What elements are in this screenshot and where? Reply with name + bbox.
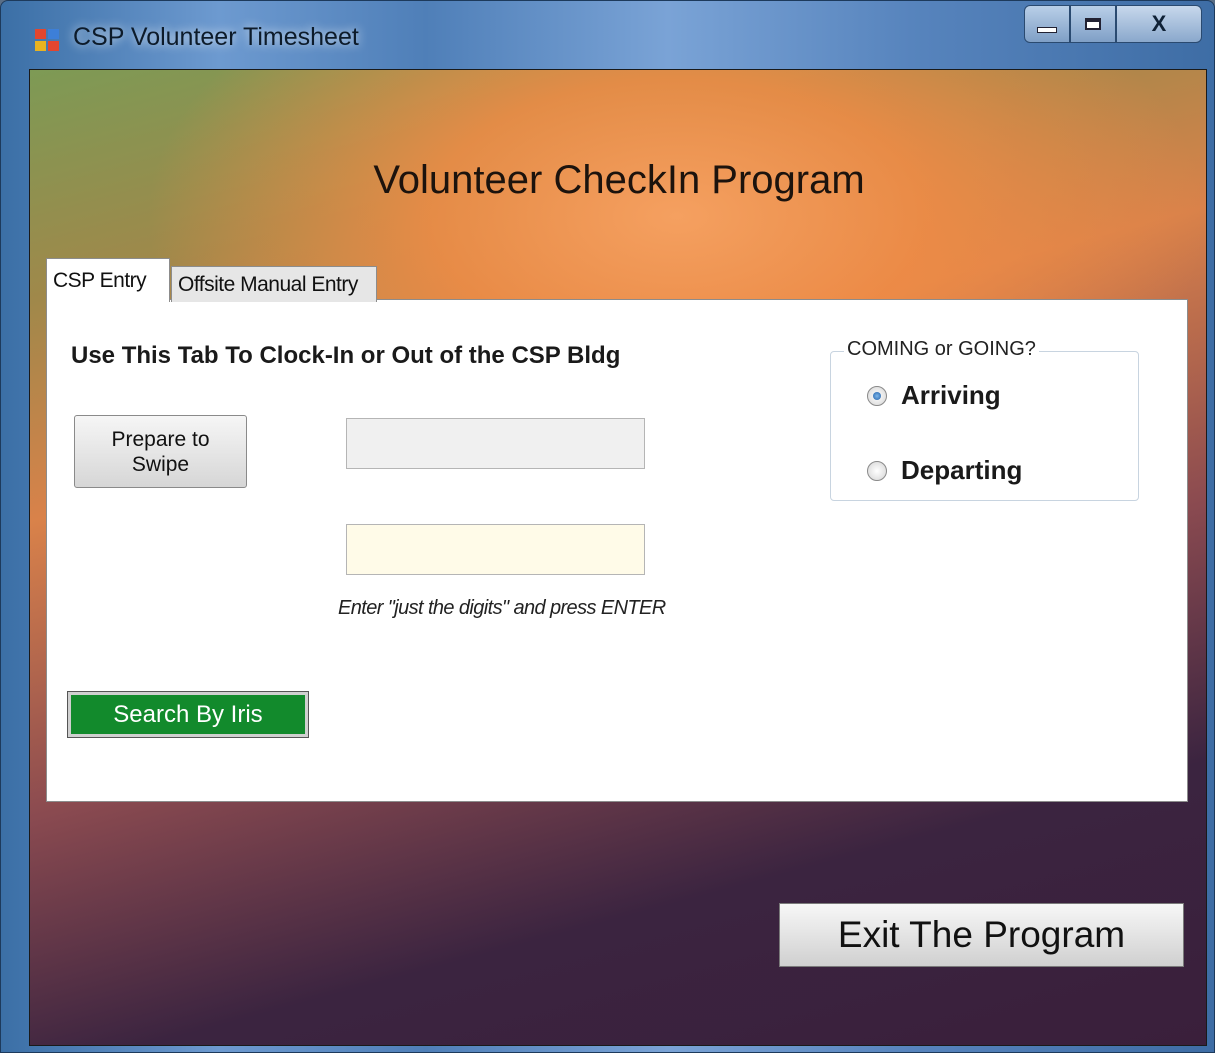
maximize-button[interactable]	[1070, 5, 1116, 43]
app-icon	[35, 29, 59, 51]
swipe-input[interactable]	[346, 418, 645, 469]
page-title: Volunteer CheckIn Program	[373, 158, 865, 202]
arriving-radio-option[interactable]: Arriving	[867, 380, 1001, 411]
tab-csp-entry[interactable]: CSP Entry	[46, 258, 170, 302]
arriving-radio[interactable]	[867, 385, 887, 406]
csp-entry-panel: Use This Tab To Clock-In or Out of the C…	[46, 299, 1188, 802]
arriving-label: Arriving	[901, 380, 1001, 410]
maximize-icon	[1085, 18, 1101, 30]
direction-group-legend: COMING or GOING?	[844, 338, 1039, 361]
instruction-text: Use This Tab To Clock-In or Out of the C…	[71, 342, 621, 369]
close-icon: X	[1151, 11, 1167, 36]
digits-hint: Enter "just the digits" and press ENTER	[338, 597, 666, 619]
departing-radio[interactable]	[867, 460, 887, 481]
minimize-icon	[1037, 27, 1057, 33]
departing-label: Departing	[901, 455, 1023, 485]
departing-radio-option[interactable]: Departing	[867, 455, 1022, 486]
window-controls: X	[1024, 5, 1202, 43]
minimize-button[interactable]	[1024, 5, 1070, 43]
prepare-to-swipe-button[interactable]: Prepare to Swipe	[74, 415, 247, 488]
app-window: CSP Volunteer Timesheet X Volunteer Chec…	[0, 0, 1215, 1053]
prepare-button-line1: Prepare to	[111, 427, 210, 451]
prepare-button-line2: Swipe	[131, 452, 190, 476]
search-by-iris-button[interactable]: Search By Iris	[67, 691, 309, 738]
digits-input[interactable]	[346, 524, 645, 575]
client-area: Volunteer CheckIn Program CSP Entry Offs…	[29, 69, 1207, 1046]
title-bar[interactable]: CSP Volunteer Timesheet X	[1, 1, 1214, 71]
close-button[interactable]: X	[1116, 5, 1202, 43]
window-title: CSP Volunteer Timesheet	[73, 23, 359, 51]
exit-program-button[interactable]: Exit The Program	[779, 903, 1184, 967]
tab-offsite-manual-entry[interactable]: Offsite Manual Entry	[171, 266, 377, 302]
